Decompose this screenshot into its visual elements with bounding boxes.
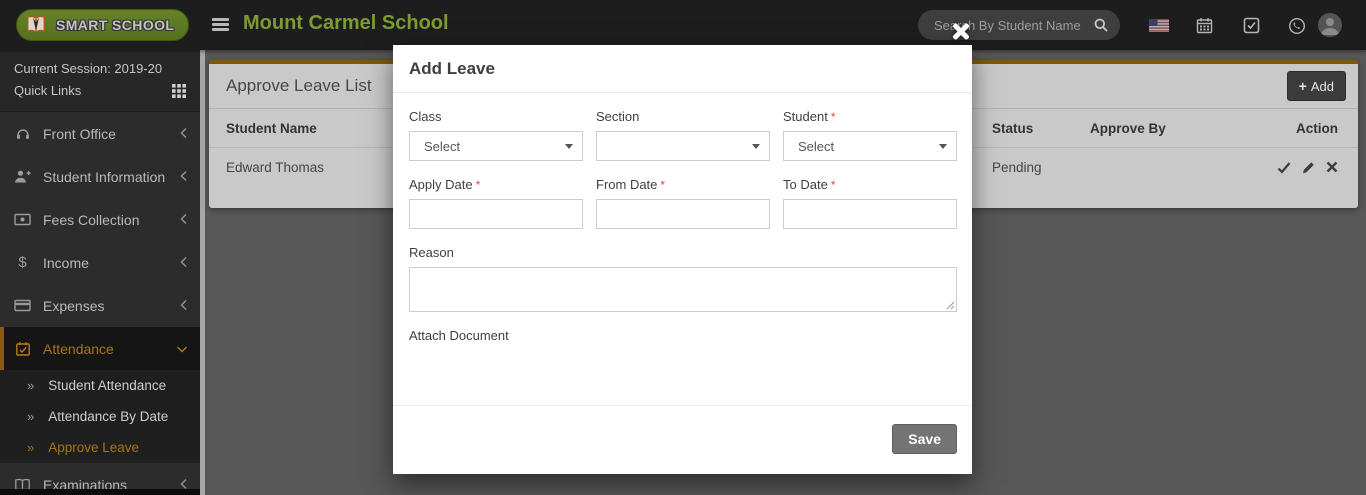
col-header-action: Action bbox=[1296, 120, 1338, 136]
top-navbar: SMART SCHOOL Mount Carmel School bbox=[0, 0, 1366, 50]
section-select[interactable] bbox=[596, 131, 770, 161]
school-name-title: Mount Carmel School bbox=[243, 12, 449, 34]
dropdown-arrow-icon bbox=[939, 144, 947, 149]
banknote-icon bbox=[14, 213, 31, 226]
student-label: Student * bbox=[783, 109, 836, 124]
subitem-label: Approve Leave bbox=[48, 440, 140, 455]
chevron-left-icon bbox=[179, 298, 188, 314]
status-badge: Pending bbox=[992, 159, 1042, 175]
search-icon[interactable] bbox=[1093, 17, 1109, 33]
quick-links[interactable]: Quick Links bbox=[14, 80, 186, 102]
required-mark: * bbox=[830, 178, 836, 192]
logo-text: SMART SCHOOL bbox=[56, 17, 175, 33]
attach-document-dropzone[interactable] bbox=[409, 350, 957, 405]
add-button[interactable]: + Add bbox=[1286, 71, 1346, 101]
current-session-label: Current Session: 2019-20 bbox=[14, 61, 163, 76]
chevron-left-icon bbox=[179, 126, 188, 142]
book-logo-icon bbox=[23, 13, 49, 37]
page-title: Approve Leave List bbox=[226, 76, 372, 95]
apply-date-input[interactable] bbox=[409, 199, 583, 229]
required-mark: * bbox=[830, 110, 836, 124]
double-arrow-icon: » bbox=[27, 409, 35, 424]
class-select[interactable]: Select bbox=[409, 131, 583, 161]
modal-header: Add Leave bbox=[393, 45, 972, 93]
user-plus-icon bbox=[14, 169, 31, 184]
dropdown-arrow-icon bbox=[752, 144, 760, 149]
chevron-down-icon bbox=[176, 341, 188, 357]
sidebar-item-attendance[interactable]: Attendance bbox=[0, 327, 200, 370]
sidebar-item-fees-collection[interactable]: Fees Collection bbox=[0, 198, 200, 241]
session-block: Current Session: 2019-20 Quick Links bbox=[0, 50, 200, 112]
close-icon[interactable] bbox=[948, 20, 974, 44]
grid-icon[interactable] bbox=[172, 84, 186, 98]
sidebar-subitem-student-attendance[interactable]: » Student Attendance bbox=[0, 370, 200, 401]
subitem-label: Attendance By Date bbox=[48, 409, 169, 424]
section-label: Section bbox=[596, 109, 640, 124]
sidebar-scrollbar[interactable] bbox=[200, 50, 205, 495]
class-label: Class bbox=[409, 109, 442, 124]
class-select-value: Select bbox=[424, 138, 461, 154]
disapprove-x-icon[interactable] bbox=[1326, 161, 1338, 173]
sidebar-subitem-approve-leave[interactable]: » Approve Leave bbox=[0, 432, 200, 463]
sidebar-item-label: Student Information bbox=[43, 168, 166, 185]
from-date-input[interactable] bbox=[596, 199, 770, 229]
modal-title: Add Leave bbox=[409, 59, 495, 78]
student-select-value: Select bbox=[798, 138, 835, 154]
card-icon bbox=[14, 299, 31, 312]
sidebar-item-label: Front Office bbox=[43, 125, 116, 142]
chevron-left-icon bbox=[179, 169, 188, 185]
smart-school-logo[interactable]: SMART SCHOOL bbox=[16, 9, 190, 41]
user-avatar[interactable] bbox=[1318, 13, 1342, 37]
reason-textarea[interactable] bbox=[409, 267, 957, 312]
attendance-submenu: » Student Attendance » Attendance By Dat… bbox=[0, 370, 200, 463]
sidebar-item-income[interactable]: $ Income bbox=[0, 241, 200, 284]
modal-footer: Save bbox=[393, 405, 972, 474]
modal-body: Class Select Section Student * Select Ap… bbox=[393, 93, 972, 405]
reason-label: Reason bbox=[409, 245, 454, 260]
language-flag-icon[interactable] bbox=[1149, 19, 1169, 32]
sidebar-subitem-attendance-by-date[interactable]: » Attendance By Date bbox=[0, 401, 200, 432]
required-mark: * bbox=[660, 178, 666, 192]
attach-document-label: Attach Document bbox=[409, 328, 509, 343]
dropdown-arrow-icon bbox=[565, 144, 573, 149]
double-arrow-icon: » bbox=[27, 378, 35, 393]
plus-icon: + bbox=[1298, 78, 1307, 94]
save-button[interactable]: Save bbox=[892, 424, 957, 454]
sidebar-item-student-information[interactable]: Student Information bbox=[0, 155, 200, 198]
sidebar-bottom-strip bbox=[0, 489, 200, 495]
col-header-approve-by: Approve By bbox=[1090, 120, 1166, 136]
sidebar-item-label: Income bbox=[43, 254, 89, 271]
edit-pencil-icon[interactable] bbox=[1302, 161, 1315, 174]
whatsapp-icon[interactable] bbox=[1288, 17, 1306, 35]
chevron-left-icon bbox=[179, 255, 188, 271]
to-date-label: To Date * bbox=[783, 177, 836, 192]
calendar-icon[interactable] bbox=[1196, 17, 1213, 34]
app-window: SMART SCHOOL Mount Carmel School Search … bbox=[0, 0, 1366, 495]
task-check-icon[interactable] bbox=[1243, 17, 1260, 34]
add-button-label: Add bbox=[1310, 78, 1334, 94]
headset-icon bbox=[14, 126, 31, 142]
quick-links-label: Quick Links bbox=[14, 83, 82, 98]
calendar-check-icon bbox=[14, 341, 31, 357]
required-mark: * bbox=[475, 178, 481, 192]
chevron-left-icon bbox=[179, 212, 188, 228]
approve-check-icon[interactable] bbox=[1277, 161, 1291, 174]
to-date-input[interactable] bbox=[783, 199, 957, 229]
sidebar-item-label: Fees Collection bbox=[43, 211, 140, 228]
from-date-label: From Date * bbox=[596, 177, 666, 192]
col-header-status: Status bbox=[992, 120, 1034, 136]
subitem-label: Student Attendance bbox=[48, 378, 167, 393]
student-select[interactable]: Select bbox=[783, 131, 957, 161]
add-leave-modal: Add Leave Class Select Section Student *… bbox=[393, 22, 972, 474]
sidebar-item-label: Expenses bbox=[43, 297, 105, 314]
sidebar-item-expenses[interactable]: Expenses bbox=[0, 284, 200, 327]
menu-toggle-icon[interactable] bbox=[212, 18, 229, 32]
sidebar: Current Session: 2019-20 Quick Links Fro… bbox=[0, 50, 200, 495]
row-actions bbox=[1270, 161, 1338, 174]
double-arrow-icon: » bbox=[27, 440, 35, 455]
apply-date-label: Apply Date * bbox=[409, 177, 481, 192]
sidebar-item-label: Attendance bbox=[43, 340, 114, 357]
sidebar-item-front-office[interactable]: Front Office bbox=[0, 112, 200, 155]
